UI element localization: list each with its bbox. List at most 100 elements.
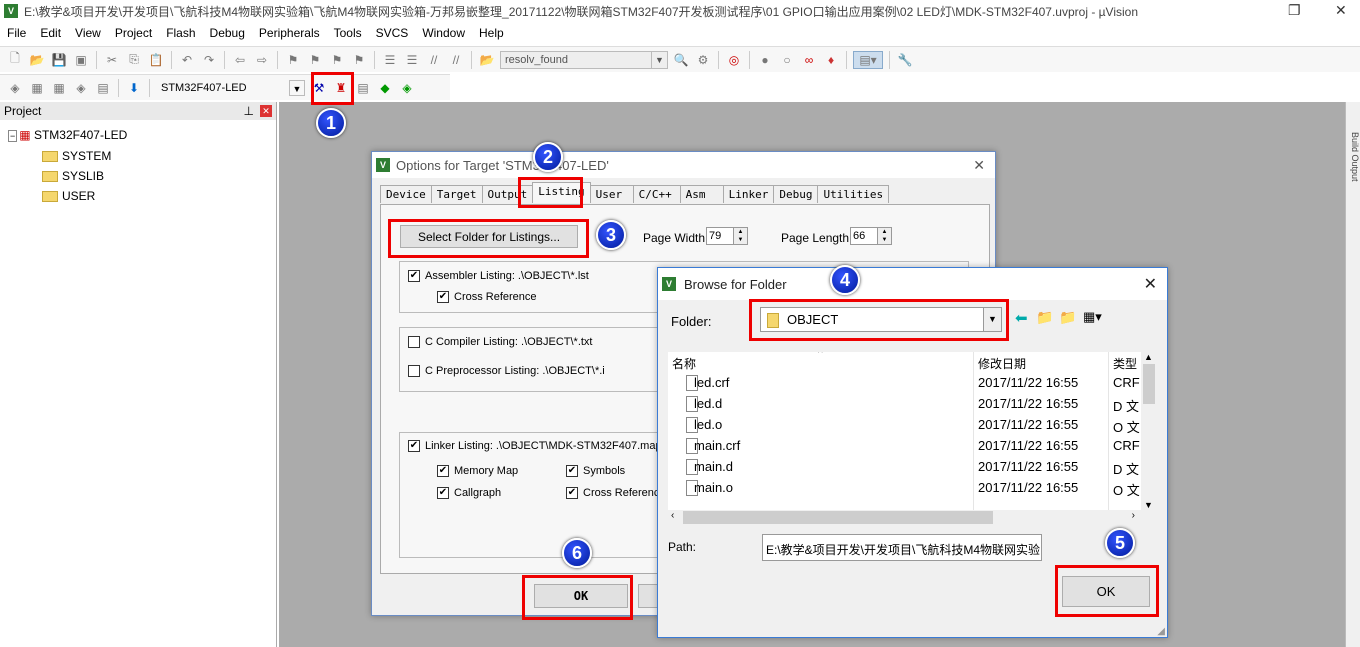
cut-icon[interactable]: ✂ <box>103 51 121 69</box>
menu-flash[interactable]: Flash <box>159 24 202 44</box>
configure-wrench-icon[interactable]: 🔧 <box>896 51 914 69</box>
find-icon[interactable]: 🔍 <box>672 51 690 69</box>
undo-icon[interactable]: ↶ <box>178 51 196 69</box>
column-type[interactable]: 类型 <box>1113 355 1137 372</box>
window-layout-icon[interactable]: ▤▾ <box>853 50 883 69</box>
tab-asm[interactable]: Asm <box>679 185 724 203</box>
close-panel-icon[interactable]: ✕ <box>260 105 272 117</box>
find-in-files-icon[interactable]: 📂 <box>478 51 496 69</box>
tree-group-user[interactable]: USER <box>42 189 95 203</box>
checkbox-checked-icon[interactable]: ✔ <box>408 270 420 283</box>
checkbox-checked-icon[interactable]: ✔ <box>437 487 449 500</box>
breakpoint-disable-icon[interactable]: ○ <box>778 51 796 69</box>
file-row[interactable]: main.o 2017/11/22 16:55 O 文 <box>668 478 1141 499</box>
menu-window[interactable]: Window <box>415 24 472 44</box>
close-dialog-button[interactable]: ✕ <box>1144 274 1157 294</box>
build-icon[interactable]: ▦ <box>28 79 46 97</box>
debug-start-icon[interactable]: ◎ <box>725 51 743 69</box>
symbols-checkbox[interactable]: ✔ Symbols <box>566 465 625 478</box>
page-width-spinner[interactable]: 79 ▲ ▼ <box>706 227 748 245</box>
select-packs-icon[interactable]: ◆ <box>376 79 394 97</box>
menu-svcs[interactable]: SVCS <box>369 24 416 44</box>
tab-target[interactable]: Target <box>430 185 483 203</box>
build-output-tab[interactable]: Build Output <box>1345 102 1360 647</box>
target-select[interactable]: STM32F407-LED ▼ <box>156 78 306 97</box>
stop-build-icon[interactable]: ▤ <box>94 79 112 97</box>
download-load-icon[interactable]: ⬇ <box>125 79 143 97</box>
cross-reference-checkbox[interactable]: ✔ Cross Reference <box>437 291 537 304</box>
view-menu-icon[interactable]: ▦▾ <box>1083 309 1102 325</box>
tree-group-syslib[interactable]: SYSLIB <box>42 169 104 183</box>
file-row[interactable]: led.o 2017/11/22 16:55 O 文 <box>668 415 1141 436</box>
collapse-icon[interactable]: − <box>8 130 18 142</box>
copy-icon[interactable]: ⎘ <box>125 51 143 69</box>
resize-grip-icon[interactable]: ◢ <box>1157 626 1165 637</box>
find-combo[interactable]: resolv_found ▼ <box>500 50 668 69</box>
checkbox-checked-icon[interactable]: ✔ <box>437 465 449 478</box>
back-arrow-icon[interactable]: ⬅ <box>1015 309 1028 327</box>
checkbox-checked-icon[interactable]: ✔ <box>566 465 578 478</box>
open-icon[interactable]: 📂 <box>28 51 46 69</box>
breakpoint-icon[interactable]: ● <box>756 51 774 69</box>
horizontal-scrollbar[interactable]: ‹ › <box>668 510 1141 525</box>
scroll-down-icon[interactable]: ▼ <box>1141 500 1156 510</box>
vertical-scrollbar[interactable]: ▲ ▼ <box>1141 352 1156 510</box>
save-icon[interactable]: 💾 <box>50 51 68 69</box>
menu-project[interactable]: Project <box>108 24 159 44</box>
paste-icon[interactable]: 📋 <box>147 51 165 69</box>
scroll-up-icon[interactable]: ▲ <box>1141 352 1156 362</box>
bookmark-icon[interactable]: ⚑ <box>284 51 302 69</box>
tab-device[interactable]: Device <box>380 185 432 203</box>
file-row[interactable]: led.crf 2017/11/22 16:55 CRF <box>668 373 1141 394</box>
menu-debug[interactable]: Debug <box>203 24 252 44</box>
linker-cross-reference-checkbox[interactable]: ✔ Cross Reference <box>566 487 666 500</box>
bookmark-prev-icon[interactable]: ⚑ <box>306 51 324 69</box>
tab-linker[interactable]: Linker <box>722 185 775 203</box>
incremental-find-icon[interactable]: ⚙ <box>694 51 712 69</box>
spinner-arrows-icon[interactable]: ▲ ▼ <box>877 228 891 244</box>
save-all-icon[interactable]: ▣ <box>72 51 90 69</box>
checkbox-checked-icon[interactable]: ✔ <box>437 291 449 304</box>
menu-view[interactable]: View <box>68 24 108 44</box>
uncomment-icon[interactable]: // <box>447 51 465 69</box>
indent-icon[interactable]: ☰ <box>381 51 399 69</box>
file-row[interactable]: main.d 2017/11/22 16:55 D 文 <box>668 457 1141 478</box>
new-file-icon[interactable]: 🗋 <box>6 51 24 69</box>
tab-c-cpp[interactable]: C/C++ <box>632 185 681 203</box>
restore-button[interactable]: ❐ <box>1288 2 1301 19</box>
checkbox-unchecked-icon[interactable] <box>408 365 420 378</box>
scroll-thumb[interactable] <box>1142 364 1155 404</box>
chevron-down-icon[interactable]: ▼ <box>289 79 305 96</box>
scroll-thumb[interactable] <box>683 511 993 524</box>
nav-forward-icon[interactable]: ⇨ <box>253 51 271 69</box>
menu-edit[interactable]: Edit <box>33 24 68 44</box>
menu-peripherals[interactable]: Peripherals <box>252 24 327 44</box>
c-compiler-listing-checkbox[interactable]: C Compiler Listing: .\OBJECT\*.txt <box>408 336 593 349</box>
column-date[interactable]: 修改日期 <box>978 355 1026 372</box>
scroll-right-icon[interactable]: › <box>1132 510 1135 521</box>
spinner-arrows-icon[interactable]: ▲ ▼ <box>733 228 747 244</box>
scroll-left-icon[interactable]: ‹ <box>671 510 674 521</box>
checkbox-checked-icon[interactable]: ✔ <box>408 440 420 453</box>
callgraph-checkbox[interactable]: ✔ Callgraph <box>437 487 501 500</box>
c-preprocessor-listing-checkbox[interactable]: C Preprocessor Listing: .\OBJECT\*.i <box>408 365 605 378</box>
redo-icon[interactable]: ↷ <box>200 51 218 69</box>
up-folder-icon[interactable]: 📁 <box>1036 309 1053 326</box>
tab-utilities[interactable]: Utilities <box>817 185 890 203</box>
manage-rte-icon[interactable]: ▤ <box>354 79 372 97</box>
checkbox-unchecked-icon[interactable] <box>408 336 420 349</box>
close-dialog-button[interactable]: ✕ <box>973 157 985 174</box>
menu-tools[interactable]: Tools <box>327 24 369 44</box>
batch-build-icon[interactable]: ◈ <box>72 79 90 97</box>
close-window-button[interactable]: ✕ <box>1335 2 1347 19</box>
nav-back-icon[interactable]: ⇦ <box>231 51 249 69</box>
column-name[interactable]: 名称 <box>672 355 696 372</box>
file-row[interactable]: main.crf 2017/11/22 16:55 CRF <box>668 436 1141 457</box>
bookmark-clear-icon[interactable]: ⚑ <box>350 51 368 69</box>
comment-icon[interactable]: // <box>425 51 443 69</box>
checkbox-checked-icon[interactable]: ✔ <box>566 487 578 500</box>
assembler-listing-checkbox[interactable]: ✔ Assembler Listing: .\OBJECT\*.lst <box>408 270 589 283</box>
memory-map-checkbox[interactable]: ✔ Memory Map <box>437 465 518 478</box>
tree-group-system[interactable]: SYSTEM <box>42 149 111 163</box>
menu-help[interactable]: Help <box>472 24 511 44</box>
